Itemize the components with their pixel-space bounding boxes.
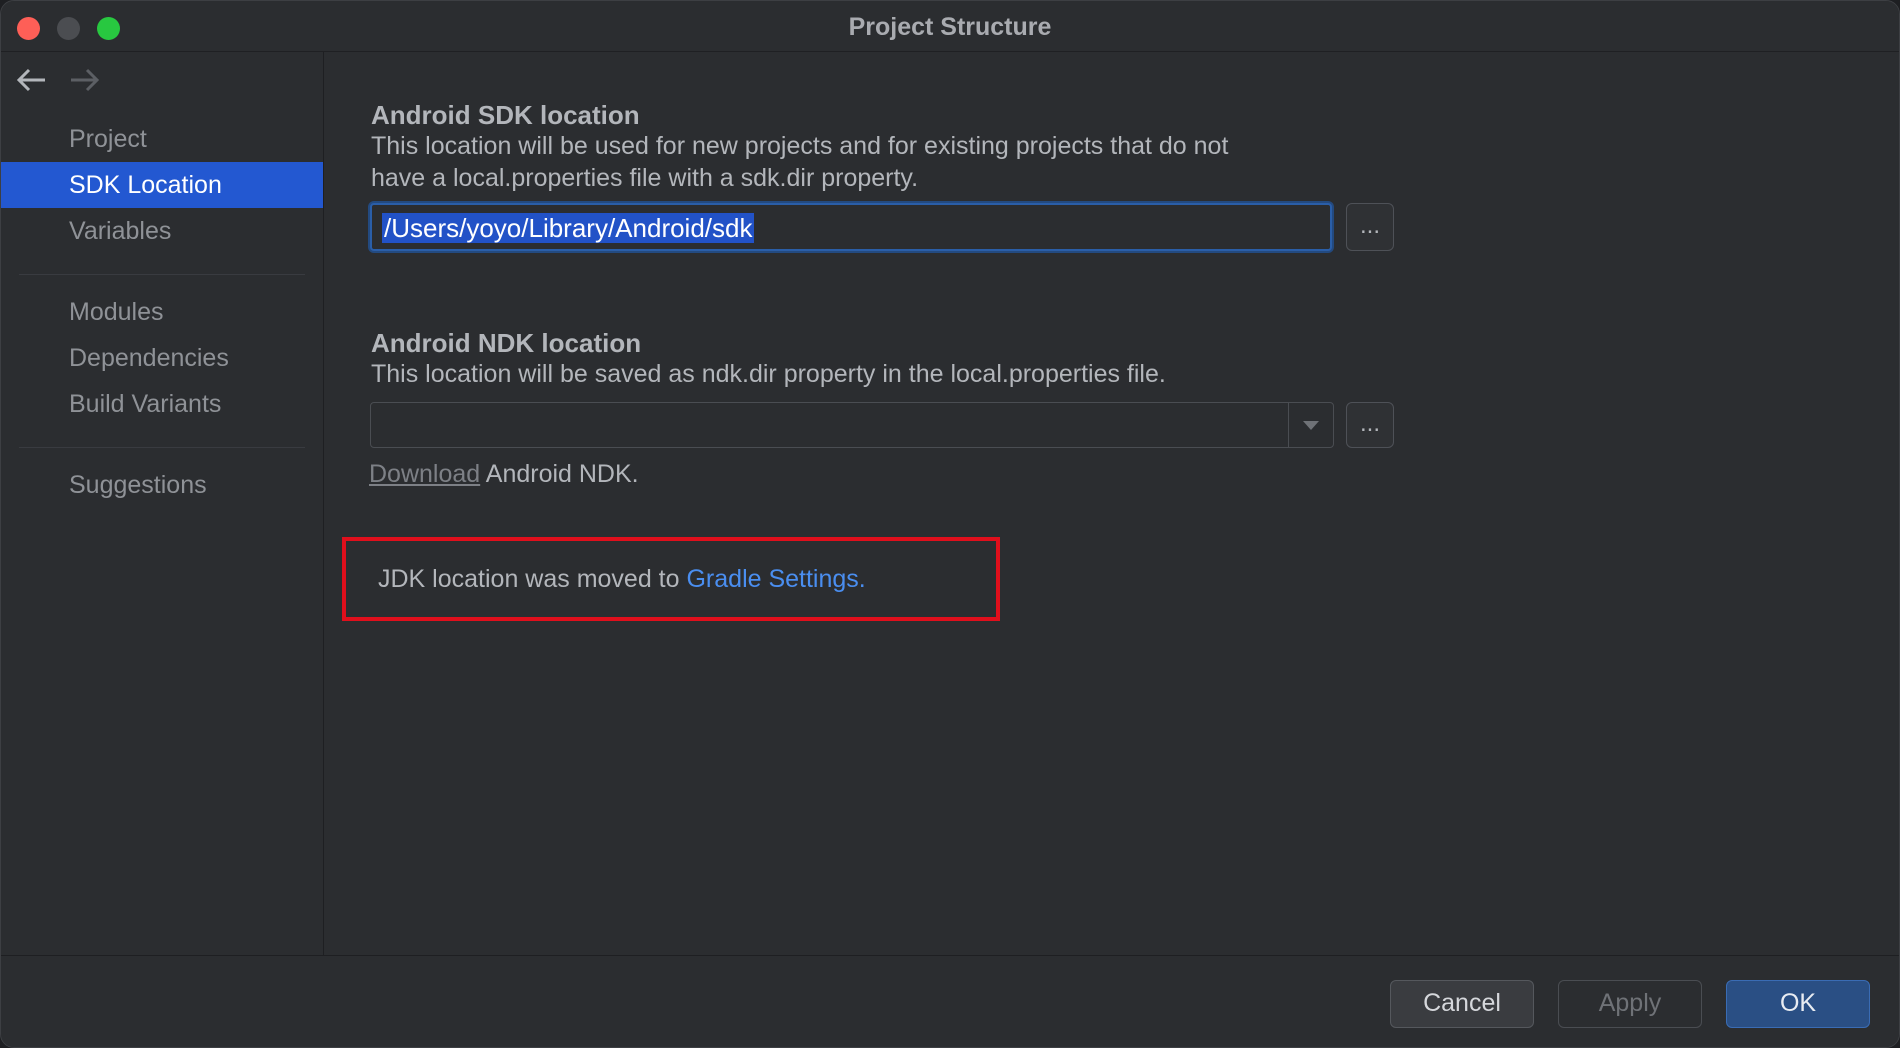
jdk-notice-text: JDK location was moved to xyxy=(378,565,680,593)
sidebar-divider xyxy=(19,274,305,275)
ndk-section-title: Android NDK location xyxy=(371,328,642,358)
sdk-section-title: Android SDK location xyxy=(371,100,640,130)
chevron-down-icon[interactable] xyxy=(1301,417,1321,433)
ok-button[interactable]: OK xyxy=(1726,980,1870,1028)
sidebar-item-suggestions[interactable]: Suggestions xyxy=(1,462,323,508)
sidebar-item-build-variants[interactable]: Build Variants xyxy=(1,381,323,427)
apply-button[interactable]: Apply xyxy=(1558,980,1702,1028)
ndk-description: This location will be saved as ndk.dir p… xyxy=(371,360,1166,388)
sdk-browse-button[interactable]: ... xyxy=(1346,203,1394,251)
gradle-settings-link[interactable]: Gradle Settings. xyxy=(686,565,865,593)
title-bar: Project Structure xyxy=(1,1,1899,52)
jdk-notice-highlight: JDK location was moved to Gradle Setting… xyxy=(342,537,1000,621)
sdk-path-value: /Users/yoyo/Library/Android/sdk xyxy=(382,213,755,243)
sdk-description-line-2: have a local.properties file with a sdk.… xyxy=(371,164,919,192)
project-structure-dialog: Project Structure Project SDK Location V… xyxy=(0,0,1900,1048)
sidebar-item-sdk-location[interactable]: SDK Location xyxy=(1,162,323,208)
window-title: Project Structure xyxy=(848,13,1052,41)
dialog-footer: Cancel Apply OK xyxy=(1,955,1899,1047)
download-ndk-link[interactable]: Download xyxy=(369,460,480,488)
ndk-browse-button[interactable]: ... xyxy=(1346,402,1394,448)
sidebar-item-project[interactable]: Project xyxy=(1,116,323,162)
sdk-path-input[interactable]: /Users/yoyo/Library/Android/sdk xyxy=(370,203,1332,251)
sdk-description-line-1: This location will be used for new proje… xyxy=(371,132,1229,160)
download-ndk-suffix: Android NDK. xyxy=(485,460,639,488)
combobox-divider xyxy=(1288,403,1289,447)
download-ndk-line: Download Android NDK. xyxy=(369,460,639,489)
sdk-location-panel: Android SDK location This location will … xyxy=(324,52,1899,955)
forward-arrow-icon[interactable] xyxy=(67,64,101,96)
sidebar-item-dependencies[interactable]: Dependencies xyxy=(1,335,323,381)
cancel-button[interactable]: Cancel xyxy=(1390,980,1534,1028)
sidebar: Project SDK Location Variables Modules D… xyxy=(1,52,324,955)
sidebar-item-variables[interactable]: Variables xyxy=(1,208,323,254)
sidebar-item-modules[interactable]: Modules xyxy=(1,289,323,335)
back-arrow-icon[interactable] xyxy=(15,64,49,96)
jdk-notice: JDK location was moved to Gradle Setting… xyxy=(378,565,866,594)
ndk-location-combobox[interactable] xyxy=(370,402,1334,448)
sidebar-divider xyxy=(19,447,305,448)
